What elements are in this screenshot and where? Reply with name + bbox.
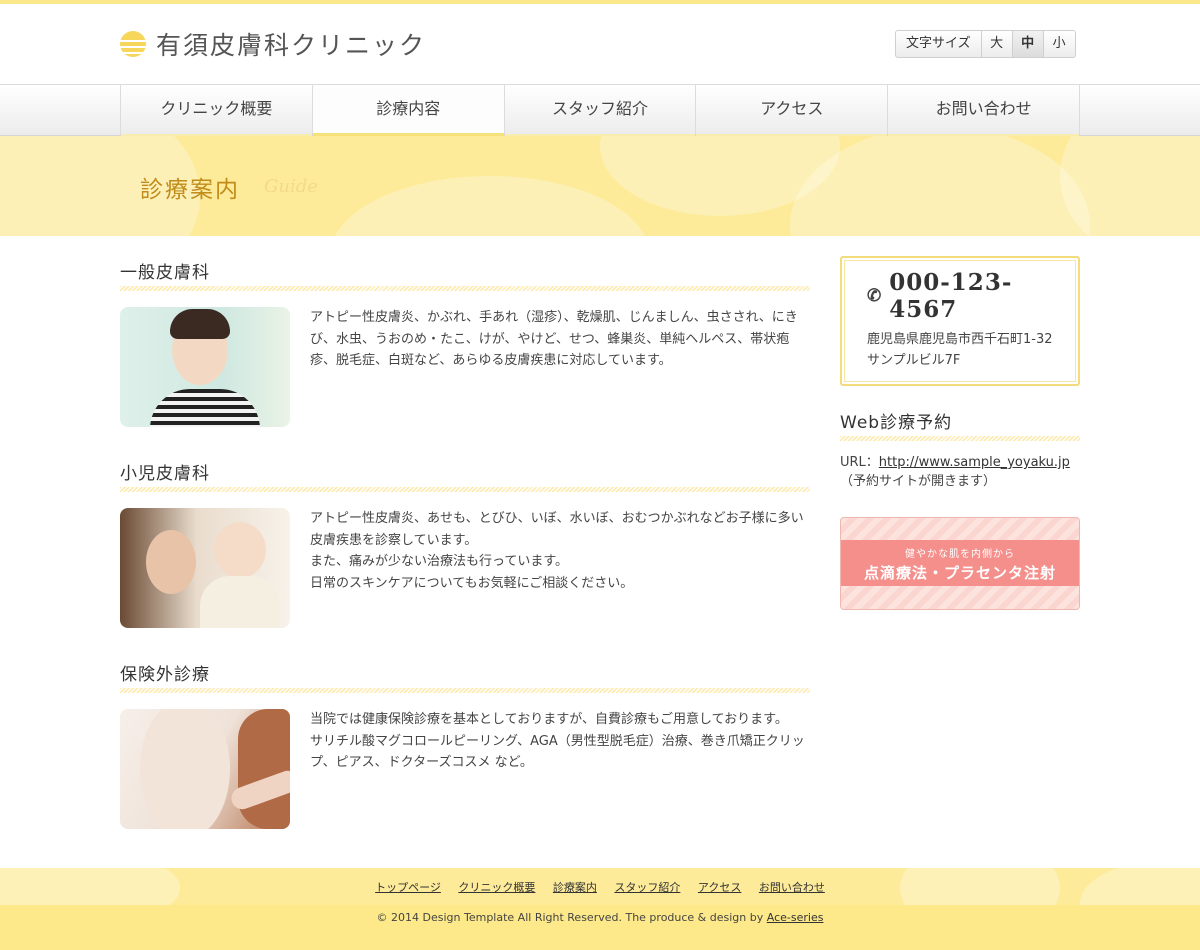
url-label: URL： [840,455,879,470]
address-line: サンプルビル7F [867,353,961,368]
nav-item-contact[interactable]: お問い合わせ [888,85,1080,136]
footer-nav: トップページ クリニック概要 診療案内 スタッフ紹介 アクセス お問い合わせ [0,868,1200,905]
section-title: 一般皮膚科 [120,258,810,291]
section-text-line: 日常のスキンケアについてもお気軽にご相談ください。 [310,575,634,591]
nav-item-clinic[interactable]: クリニック概要 [121,85,313,136]
font-size-switcher: 文字サイズ 大 中 小 [895,30,1076,58]
section-title: 小児皮膚科 [120,459,810,492]
nav-item-staff[interactable]: スタッフ紹介 [504,85,697,136]
section-self-pay-treatment: 保険外診療 当院では健康保険診療を基本としておりますが、自費診療もご用意しており… [120,660,810,829]
footer-link-top[interactable]: トップページ [375,881,441,894]
page-title: 診療案内 [140,177,240,203]
contact-box: ✆ 000-123-4567 鹿児島県鹿児島市西千石町1-32 サンプルビル7F [840,256,1080,386]
font-size-label: 文字サイズ [896,31,982,57]
footer-link-clinic[interactable]: クリニック概要 [458,881,535,894]
logo[interactable]: 有須皮膚科クリニック [120,26,426,62]
phone-number[interactable]: 000-123-4567 [889,269,1061,323]
drip-therapy-banner[interactable]: 健やかな肌を内側から 点滴療法・プラセンタ注射 [840,517,1080,610]
logo-text: 有須皮膚科クリニック [156,31,427,60]
skin-care-photo [120,709,290,829]
section-text: アトピー性皮膚炎、かぶれ、手あれ（湿疹）、乾燥肌、じんましん、虫さされ、にきび、… [310,310,798,368]
logo-sun-icon [120,31,146,57]
address-line: 鹿児島県鹿児島市西千石町1-32 [867,332,1053,347]
url-note: （予約サイトが開きます） [840,474,997,489]
section-text-line: また、痛みが少ない治療法も行っています。 [310,554,569,569]
footer-copyright: © 2014 Design Template All Right Reserve… [0,905,1200,950]
sidebar: ✆ 000-123-4567 鹿児島県鹿児島市西千石町1-32 サンプルビル7F… [840,256,1080,610]
phone-icon: ✆ [867,286,883,306]
section-text-line: アトピー性皮膚炎、あせも、とびひ、いぼ、水いぼ、おむつかぶれなどお子様に多い皮膚… [310,511,804,548]
section-title: 保険外診療 [120,660,810,693]
font-size-small-button[interactable]: 小 [1044,31,1075,57]
woman-smiling-photo [120,307,290,427]
credit-link[interactable]: Ace-series [767,911,824,924]
promo-tagline: 健やかな肌を内側から [905,549,1015,560]
main-content: 一般皮膚科 アトピー性皮膚炎、かぶれ、手あれ（湿疹）、乾燥肌、じんましん、虫ささ… [120,236,810,829]
section-pediatric-dermatology: 小児皮膚科 アトピー性皮膚炎、あせも、とびひ、いぼ、水いぼ、おむつかぶれなどお子… [120,459,810,628]
footer-link-treatment[interactable]: 診療案内 [553,881,597,894]
promo-heading: 点滴療法・プラセンタ注射 [863,564,1056,582]
mother-baby-photo [120,508,290,628]
web-reservation-title: Web診療予約 [840,408,1080,441]
section-text-line: 当院では健康保険診療を基本としておりますが、自費診療もご用意しております。 [310,712,788,727]
footer-link-staff[interactable]: スタッフ紹介 [614,881,680,894]
page-banner: 診療案内 Guide [0,136,1200,236]
footer-link-access[interactable]: アクセス [698,881,741,894]
reservation-link[interactable]: http://www.sample_yoyaku.jp [879,455,1070,470]
header: 有須皮膚科クリニック 文字サイズ 大 中 小 [0,4,1200,84]
font-size-medium-button[interactable]: 中 [1012,31,1044,57]
nav-item-access[interactable]: アクセス [696,85,889,136]
section-general-dermatology: 一般皮膚科 アトピー性皮膚炎、かぶれ、手あれ（湿疹）、乾燥肌、じんましん、虫ささ… [120,258,810,427]
page-subtitle: Guide [264,176,318,197]
footer-link-contact[interactable]: お問い合わせ [759,881,825,894]
font-size-large-button[interactable]: 大 [982,31,1013,57]
section-text-line: サリチル酸マグコロールピーリング、AGA（男性型脱毛症）治療、巻き爪矯正クリップ… [310,733,805,771]
copyright-text: © 2014 Design Template All Right Reserve… [376,911,767,924]
global-nav: クリニック概要 診療内容 スタッフ紹介 アクセス お問い合わせ [0,84,1200,136]
nav-item-treatment[interactable]: 診療内容 [312,85,505,136]
